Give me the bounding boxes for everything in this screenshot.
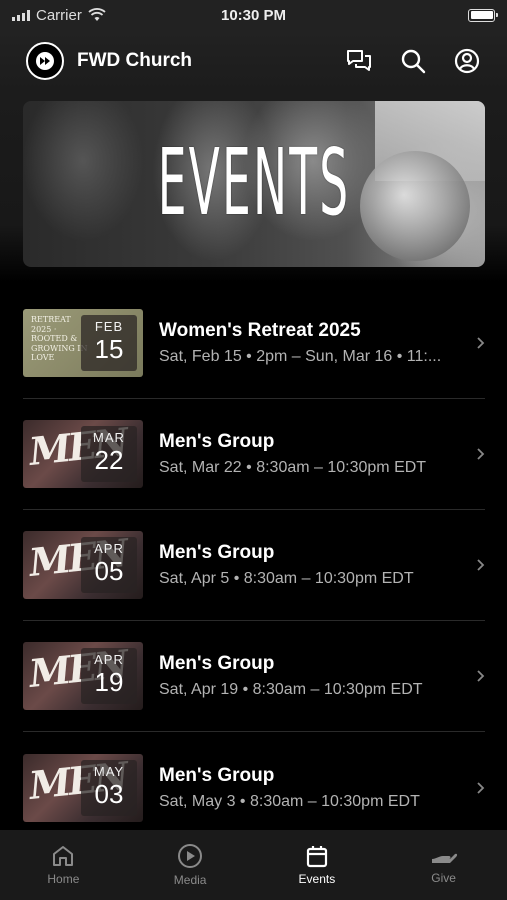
tab-label: Events — [298, 872, 336, 886]
date-badge: MAR 22 — [81, 426, 137, 482]
event-text: Women's Retreat 2025 Sat, Feb 15 • 2pm –… — [159, 320, 465, 366]
event-subtitle: Sat, Mar 22 • 8:30am – 10:30pm EDT — [159, 459, 427, 476]
event-item[interactable]: MEN APR 19 Men's Group Sat, Apr 19 • 8:3… — [23, 621, 485, 732]
tab-label: Home — [47, 872, 80, 886]
date-badge: MAY 03 — [81, 759, 137, 816]
status-time: 10:30 PM — [220, 6, 287, 24]
event-item[interactable]: MEN APR 05 Men's Group Sat, Apr 5 • 8:30… — [23, 510, 485, 621]
event-text: Men's Group Sat, Mar 22 • 8:30am – 10:30… — [159, 431, 465, 477]
date-month: MAR — [93, 430, 125, 445]
date-month: FEB — [94, 319, 124, 334]
event-thumbnail: MEN MAR 22 — [23, 420, 143, 488]
date-day: 03 — [94, 778, 124, 809]
battery-icon — [468, 8, 498, 22]
event-thumbnail: MEN APR 19 — [23, 642, 143, 710]
event-subtitle: Sat, May 3 • 8:30am – 10:30pm EDT — [159, 792, 420, 810]
signal-icon — [12, 9, 30, 21]
app-title: FWD Church — [77, 50, 193, 71]
date-day: 19 — [94, 667, 124, 697]
date-month: MAY — [93, 763, 125, 779]
event-thumbnail: MEN APR 05 — [23, 531, 143, 599]
carrier-label: Carrier — [36, 6, 82, 24]
tab-give[interactable]: Give — [380, 830, 507, 900]
wifi-icon — [88, 8, 106, 21]
home-icon — [53, 846, 74, 866]
date-month: APR — [94, 652, 124, 667]
event-list: RETREAT 2025 · ROOTED & GROWING IN LOVE … — [23, 288, 485, 843]
tab-bar: Home Media Events Give — [0, 830, 507, 900]
event-item[interactable]: MEN MAY 03 Men's Group Sat, May 3 • 8:30… — [23, 732, 485, 843]
chevron-right-icon — [471, 781, 485, 795]
date-badge: FEB 15 — [81, 315, 137, 371]
event-title: Men's Group — [159, 764, 275, 786]
event-item[interactable]: RETREAT 2025 · ROOTED & GROWING IN LOVE … — [23, 288, 485, 399]
event-title: Men's Group — [159, 542, 275, 563]
chevron-right-icon — [471, 447, 485, 461]
event-title: Men's Group — [159, 431, 275, 452]
date-month: APR — [94, 541, 124, 556]
date-day: 15 — [94, 334, 124, 364]
profile-icon[interactable] — [453, 47, 481, 75]
banner-title: EVENTS — [157, 129, 351, 236]
event-item[interactable]: MEN MAR 22 Men's Group Sat, Mar 22 • 8:3… — [23, 399, 485, 510]
tab-home[interactable]: Home — [0, 830, 127, 900]
date-badge: APR 05 — [81, 537, 137, 593]
chat-icon[interactable] — [345, 47, 373, 75]
status-bar: Carrier 10:30 PM — [0, 0, 507, 30]
date-day: 05 — [94, 556, 124, 586]
calendar-icon — [306, 846, 327, 868]
date-day: 22 — [94, 445, 124, 475]
event-thumbnail: RETREAT 2025 · ROOTED & GROWING IN LOVE … — [23, 309, 143, 377]
header-actions — [345, 47, 481, 75]
event-text: Men's Group Sat, Apr 5 • 8:30am – 10:30p… — [159, 542, 465, 588]
event-subtitle: Sat, Apr 19 • 8:30am – 10:30pm EDT — [159, 681, 423, 698]
event-subtitle: Sat, Feb 15 • 2pm – Sun, Mar 16 • 11:... — [159, 348, 442, 365]
tab-label: Media — [173, 873, 207, 887]
event-text: Men's Group Sat, Apr 19 • 8:30am – 10:30… — [159, 653, 465, 699]
play-icon — [178, 844, 203, 868]
event-text: Men's Group Sat, May 3 • 8:30am – 10:30p… — [159, 765, 465, 811]
events-banner: EVENTS — [23, 101, 485, 267]
event-title: Women's Retreat 2025 — [159, 320, 361, 341]
give-icon — [431, 853, 457, 863]
banner-area: EVENTS — [0, 92, 507, 282]
date-badge: APR 19 — [81, 648, 137, 704]
tab-label: Give — [431, 871, 456, 885]
event-subtitle: Sat, Apr 5 • 8:30am – 10:30pm EDT — [159, 570, 414, 587]
search-icon[interactable] — [399, 47, 427, 75]
forward-logo-icon[interactable] — [26, 42, 64, 80]
app-header: FWD Church — [0, 30, 507, 92]
tab-events[interactable]: Events — [254, 830, 381, 900]
chevron-right-icon — [471, 558, 485, 572]
event-title: Men's Group — [159, 653, 275, 674]
event-thumbnail: MEN MAY 03 — [23, 753, 143, 822]
status-left: Carrier — [12, 7, 106, 24]
tab-media[interactable]: Media — [127, 830, 254, 900]
chevron-right-icon — [471, 669, 485, 683]
chevron-right-icon — [471, 336, 485, 350]
